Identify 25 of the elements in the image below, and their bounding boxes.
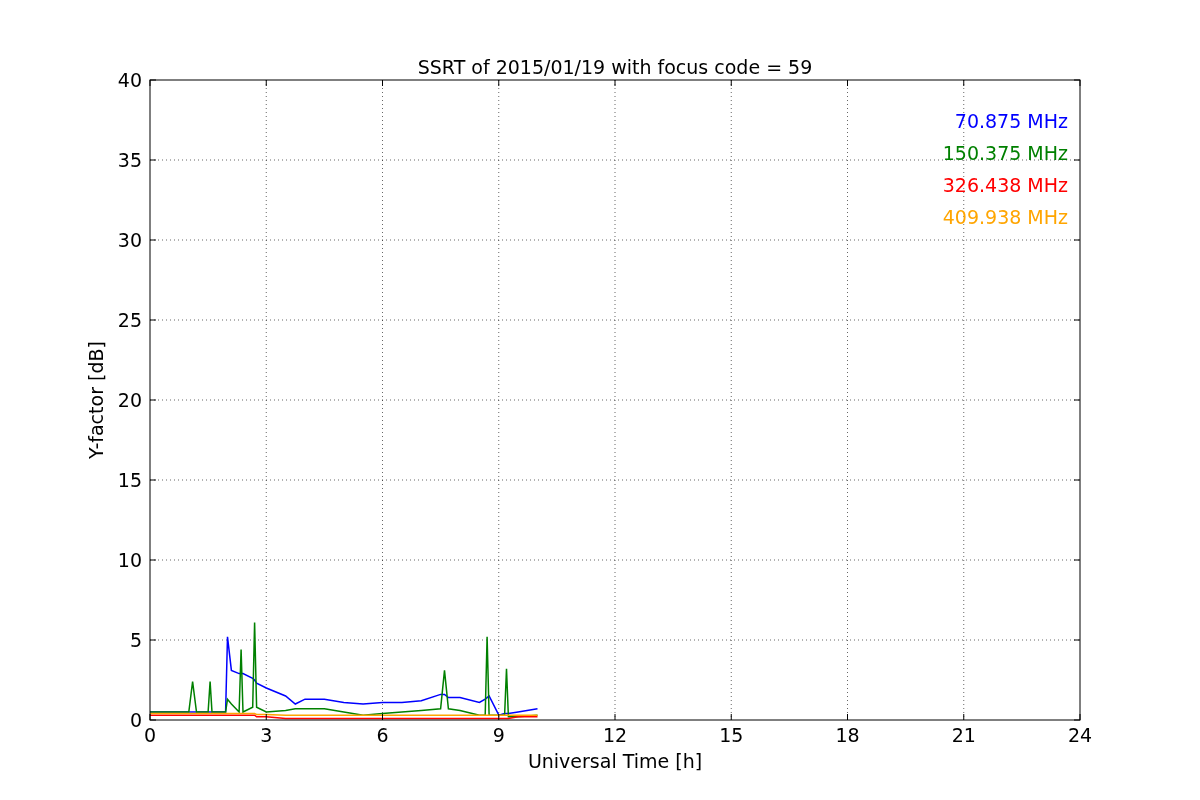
x-tick-label: 12 bbox=[602, 724, 628, 746]
x-axis-label: Universal Time [h] bbox=[527, 750, 703, 772]
x-tick-label: 3 bbox=[260, 724, 273, 746]
y-tick-label: 20 bbox=[117, 389, 142, 411]
x-tick-label: 6 bbox=[376, 724, 389, 746]
chart-title: SSRT of 2015/01/19 with focus code = 59 bbox=[417, 56, 813, 78]
y-tick-label: 30 bbox=[117, 229, 142, 251]
y-tick-label: 25 bbox=[117, 309, 142, 331]
legend-label: 409.938 MHz bbox=[942, 206, 1068, 228]
x-tick-label: 18 bbox=[835, 724, 860, 746]
y-axis-label: Y-factor [dB] bbox=[85, 341, 107, 459]
y-tick-label: 5 bbox=[129, 629, 142, 651]
y-tick-label: 15 bbox=[117, 469, 142, 491]
y-tick-label: 40 bbox=[117, 69, 142, 91]
x-tick-label: 24 bbox=[1067, 724, 1093, 746]
y-tick-label: 10 bbox=[117, 549, 142, 571]
x-tick-label: 15 bbox=[719, 724, 744, 746]
y-tick-label: 0 bbox=[129, 709, 142, 731]
x-tick-label: 0 bbox=[143, 724, 157, 746]
legend-label: 150.375 MHz bbox=[942, 142, 1068, 164]
x-tick-label: 9 bbox=[492, 724, 505, 746]
legend-label: 326.438 MHz bbox=[942, 174, 1068, 196]
legend-label: 70.875 MHz bbox=[954, 110, 1068, 132]
x-tick-label: 21 bbox=[951, 724, 976, 746]
y-tick-label: 35 bbox=[117, 149, 142, 171]
